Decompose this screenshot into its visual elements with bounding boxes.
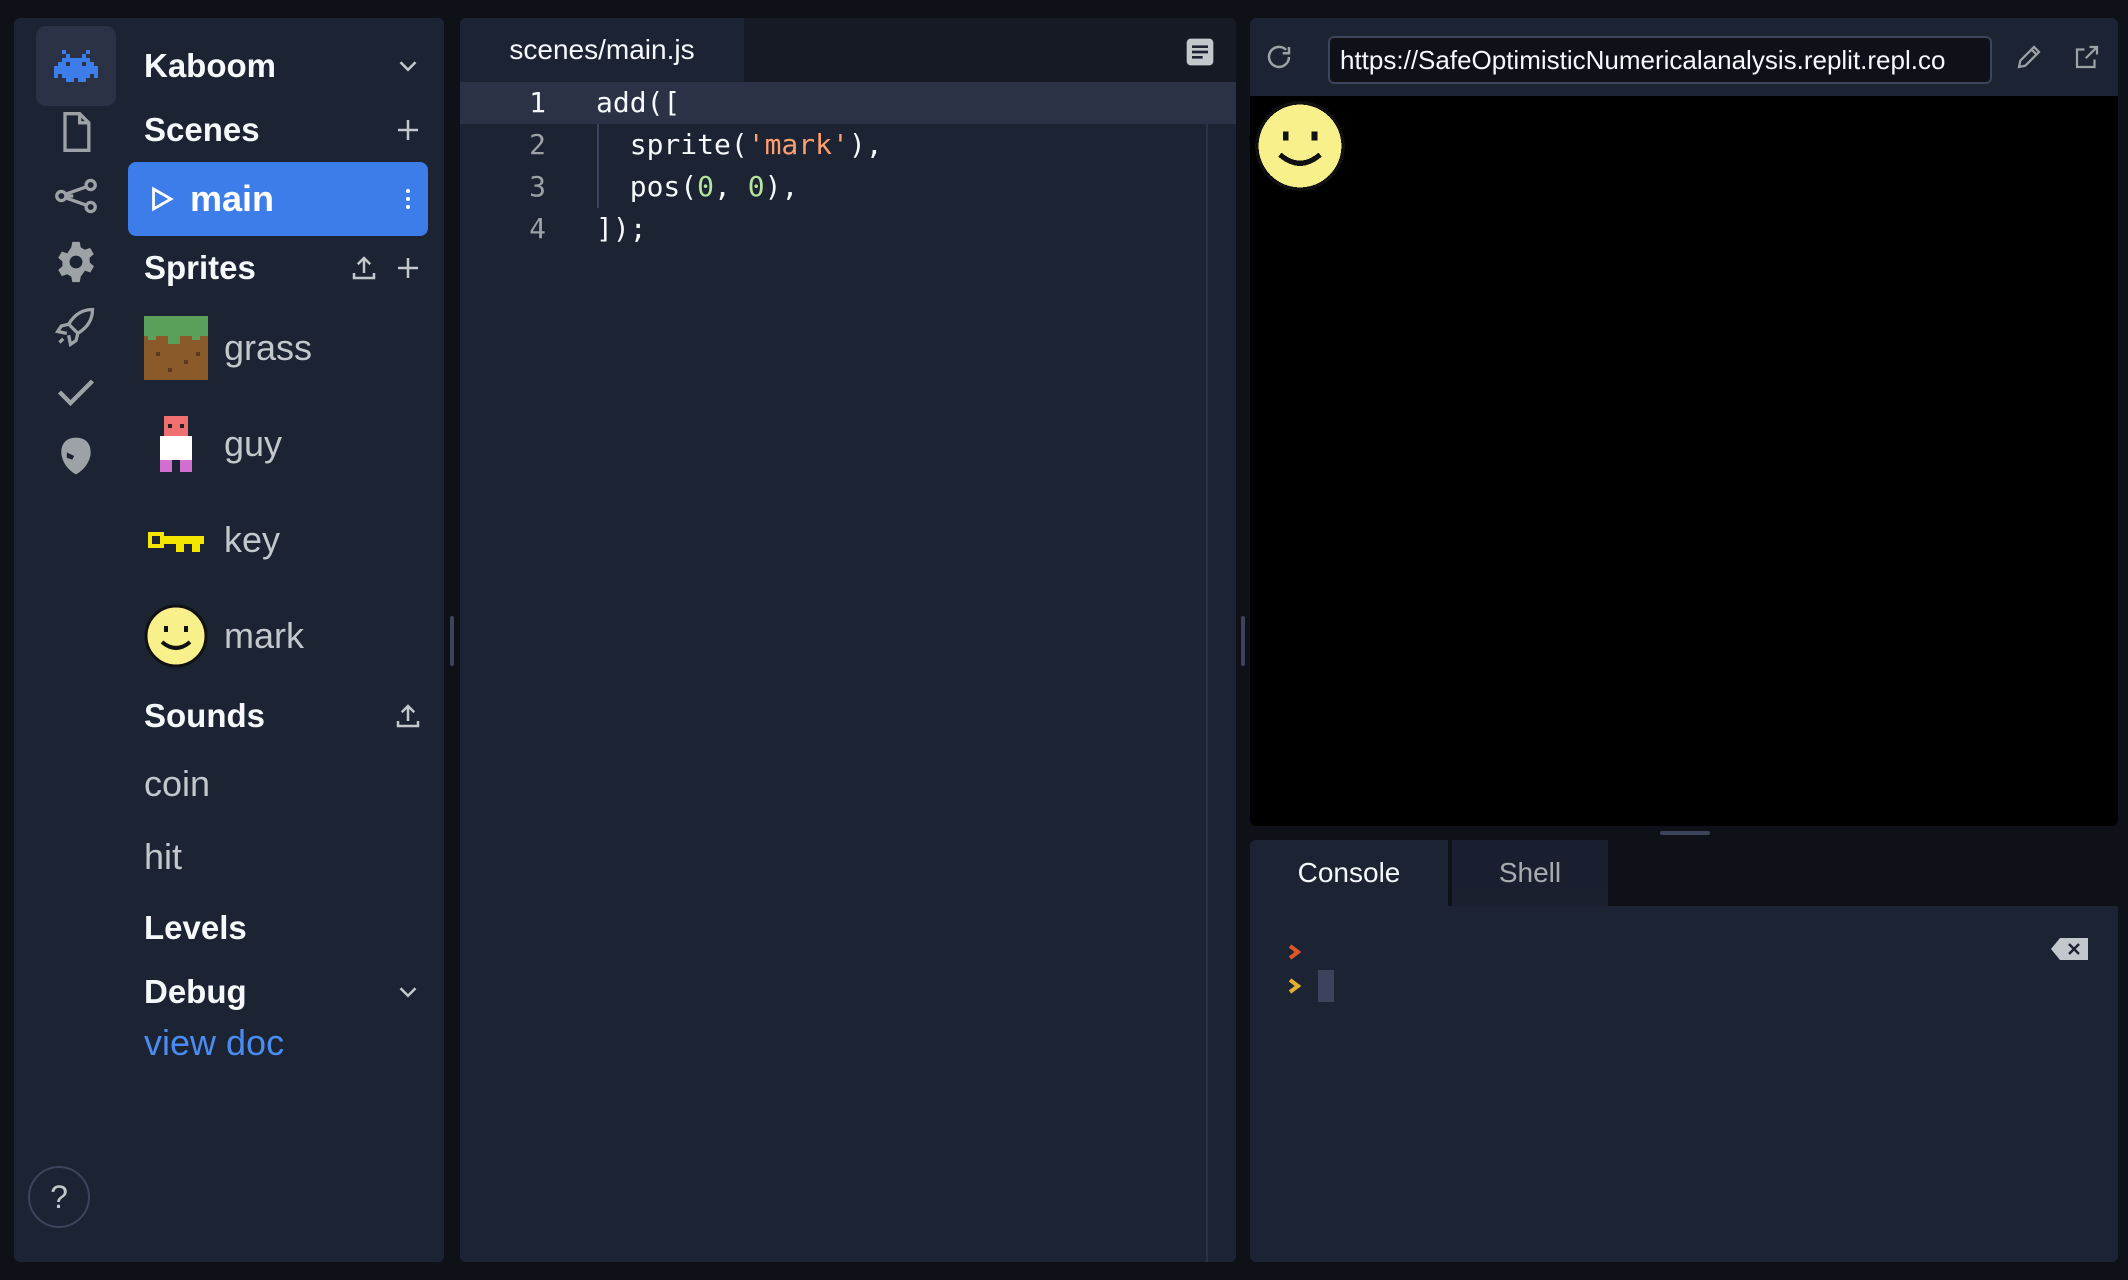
console-panel: Console Shell	[1250, 840, 2118, 1262]
chevron-down-icon[interactable]	[386, 44, 430, 88]
upload-sprite-button[interactable]	[342, 246, 386, 290]
view-doc-link[interactable]: view doc	[144, 1022, 284, 1064]
upload-icon	[352, 256, 376, 280]
levels-title: Levels	[144, 909, 247, 946]
code-text: pos(0, 0),	[596, 170, 799, 203]
sound-item-coin[interactable]: coin	[144, 763, 210, 805]
line-number: 4	[529, 212, 546, 245]
line-number: 3	[529, 170, 546, 203]
sidebar: Kaboom Scenes main Sprites grass guy key…	[128, 18, 444, 1262]
code-editor: scenes/main.js 1 add([ 2 sprite('mark'),…	[460, 18, 1236, 1262]
sidebar-resize-handle[interactable]	[450, 616, 454, 666]
mark-sprite-thumb	[144, 604, 208, 668]
code-text: sprite('mark'),	[596, 128, 883, 161]
scene-item-main[interactable]: main	[128, 162, 428, 236]
sprite-item-grass[interactable]: grass	[144, 308, 430, 388]
sprites-title: Sprites	[144, 249, 256, 286]
tab-shell[interactable]: Shell	[1452, 840, 1608, 906]
sounds-header: Sounds	[144, 688, 430, 744]
url-input[interactable]: https://SafeOptimisticNumericalanalysis.…	[1328, 36, 1992, 84]
sprite-item-guy[interactable]: guy	[144, 404, 430, 484]
sprite-name: key	[224, 519, 281, 560]
sprite-item-mark[interactable]: mark	[144, 596, 430, 676]
grass-sprite-thumb	[144, 316, 208, 380]
code-text: ]);	[596, 212, 647, 245]
sprite-name: guy	[224, 423, 283, 464]
sprites-header: Sprites	[144, 240, 430, 296]
editor-resize-handle[interactable]	[1241, 616, 1245, 666]
key-sprite-thumb	[144, 508, 208, 572]
debug-title: Debug	[144, 973, 247, 1010]
sprite-item-key[interactable]: key	[144, 500, 430, 580]
upload-sound-button[interactable]	[386, 694, 430, 738]
debug-header[interactable]: Debug	[144, 964, 430, 1020]
editor-scrollbar[interactable]	[1206, 82, 1208, 1262]
code-text: add([	[596, 86, 681, 119]
sound-item-hit[interactable]: hit	[144, 836, 182, 878]
open-external-icon[interactable]	[2072, 42, 2102, 72]
preview-resize-handle[interactable]	[1660, 831, 1710, 835]
chevron-down-icon[interactable]	[386, 970, 430, 1014]
refresh-icon[interactable]	[1264, 42, 1294, 72]
edit-icon[interactable]	[2014, 42, 2044, 72]
plus-icon	[398, 258, 418, 278]
project-header[interactable]: Kaboom	[144, 38, 430, 94]
scenes-header: Scenes	[144, 102, 430, 158]
add-sprite-button[interactable]	[386, 246, 430, 290]
code-line: 4 ]);	[460, 208, 1236, 250]
clear-console-icon[interactable]	[2050, 936, 2090, 962]
more-options-icon[interactable]	[388, 187, 428, 211]
editor-tab-label: scenes/main.js	[509, 34, 695, 65]
editor-tab[interactable]: scenes/main.js	[460, 18, 744, 82]
mark-sprite	[1254, 100, 1346, 192]
sprite-name: grass	[224, 327, 313, 368]
guy-sprite-thumb	[144, 412, 208, 476]
help-button[interactable]: ?	[28, 1166, 90, 1228]
sprite-name: mark	[224, 615, 304, 656]
code-line: 3 pos(0, 0),	[460, 166, 1236, 208]
code-line: 2 sprite('mark'),	[460, 124, 1236, 166]
format-icon[interactable]	[1184, 36, 1216, 68]
upload-icon	[396, 704, 420, 728]
line-number: 2	[529, 128, 546, 161]
activity-bar: ?	[14, 18, 128, 1262]
project-title: Kaboom	[144, 47, 276, 84]
scene-item-label: main	[190, 178, 275, 219]
plus-icon	[398, 120, 418, 140]
code-line: 1 add([	[460, 82, 1236, 124]
prompt-arrow-icon	[1286, 978, 1302, 994]
tab-console[interactable]: Console	[1250, 840, 1448, 906]
alien-icon[interactable]	[36, 416, 116, 496]
sounds-title: Sounds	[144, 697, 265, 734]
preview-toolbar: https://SafeOptimisticNumericalanalysis.…	[1250, 18, 2118, 96]
line-number: 1	[529, 86, 546, 119]
scenes-title: Scenes	[144, 111, 260, 148]
console-body[interactable]	[1250, 906, 2118, 1262]
add-scene-button[interactable]	[386, 108, 430, 152]
prompt-arrow-icon	[1286, 944, 1302, 960]
console-cursor	[1318, 970, 1334, 1002]
webview-preview: https://SafeOptimisticNumericalanalysis.…	[1250, 18, 2118, 826]
levels-header[interactable]: Levels	[144, 900, 430, 956]
play-icon	[146, 184, 176, 214]
code-area[interactable]: 1 add([ 2 sprite('mark'), 3 pos(0, 0), 4…	[460, 82, 1236, 1262]
